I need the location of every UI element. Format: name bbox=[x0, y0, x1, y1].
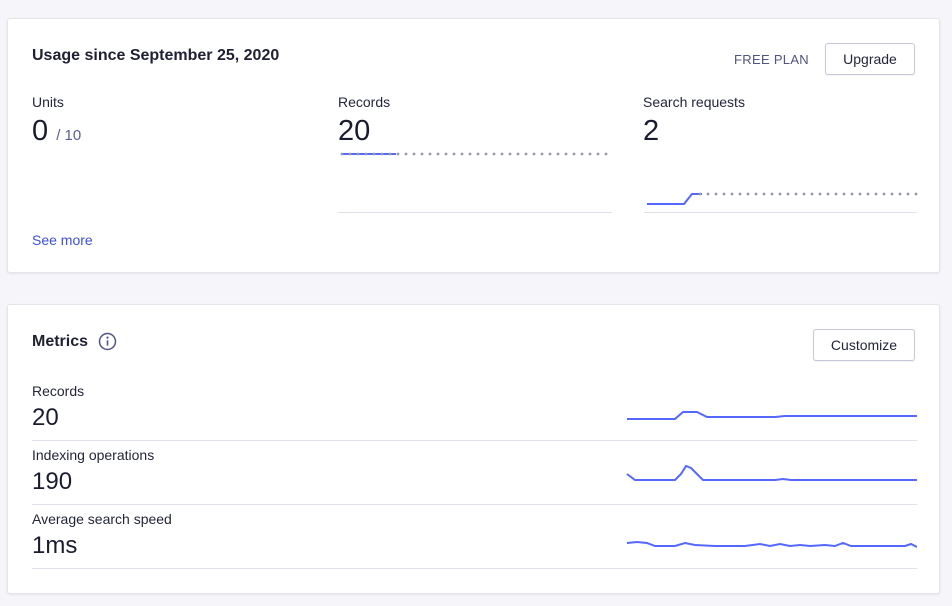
upgrade-button[interactable]: Upgrade bbox=[825, 43, 915, 75]
average-search-speed-sparkline bbox=[626, 540, 917, 548]
records-value: 20 bbox=[338, 115, 371, 147]
units-limit: / 10 bbox=[56, 127, 82, 144]
search-requests-sparkline bbox=[647, 192, 918, 205]
units-value: 0 bbox=[32, 115, 49, 147]
indexing-operations-sparkline bbox=[626, 464, 917, 481]
search-requests-divider bbox=[644, 212, 917, 213]
metric-value: 20 bbox=[32, 404, 59, 431]
usage-title: Usage since September 25, 2020 bbox=[32, 47, 280, 64]
records-divider bbox=[338, 212, 612, 213]
metrics-card: Metrics Customize Records 20 Indexing op… bbox=[7, 304, 940, 594]
metric-value: 190 bbox=[32, 468, 73, 495]
usage-units: Units 0 / 10 bbox=[32, 94, 81, 151]
customize-button[interactable]: Customize bbox=[813, 329, 915, 361]
info-icon[interactable] bbox=[98, 332, 117, 351]
metric-label: Records bbox=[32, 383, 85, 399]
plan-label: FREE PLAN bbox=[734, 52, 809, 67]
usage-records: Records 20 bbox=[338, 94, 390, 146]
records-usage-sparkline bbox=[340, 152, 608, 156]
search-requests-dots bbox=[698, 192, 918, 196]
search-requests-value: 2 bbox=[643, 115, 660, 147]
units-label: Units bbox=[32, 94, 64, 110]
search-requests-label: Search requests bbox=[643, 94, 745, 110]
see-more-link[interactable]: See more bbox=[32, 232, 93, 248]
records-metric-sparkline bbox=[627, 411, 917, 420]
metric-row-records: Records 20 bbox=[32, 377, 917, 441]
metric-label: Indexing operations bbox=[32, 447, 155, 463]
usage-card: Usage since September 25, 2020 FREE PLAN… bbox=[7, 18, 940, 273]
metric-row-average-search-speed: Average search speed 1ms bbox=[32, 505, 917, 569]
records-label: Records bbox=[338, 94, 391, 110]
metric-row-indexing-operations: Indexing operations 190 bbox=[32, 441, 917, 505]
metric-value: 1ms bbox=[32, 532, 78, 559]
metrics-title: Metrics bbox=[32, 333, 89, 350]
usage-search-requests: Search requests 2 bbox=[643, 94, 745, 146]
units-value-line: 0 / 10 bbox=[32, 116, 81, 151]
metric-label: Average search speed bbox=[32, 511, 172, 527]
